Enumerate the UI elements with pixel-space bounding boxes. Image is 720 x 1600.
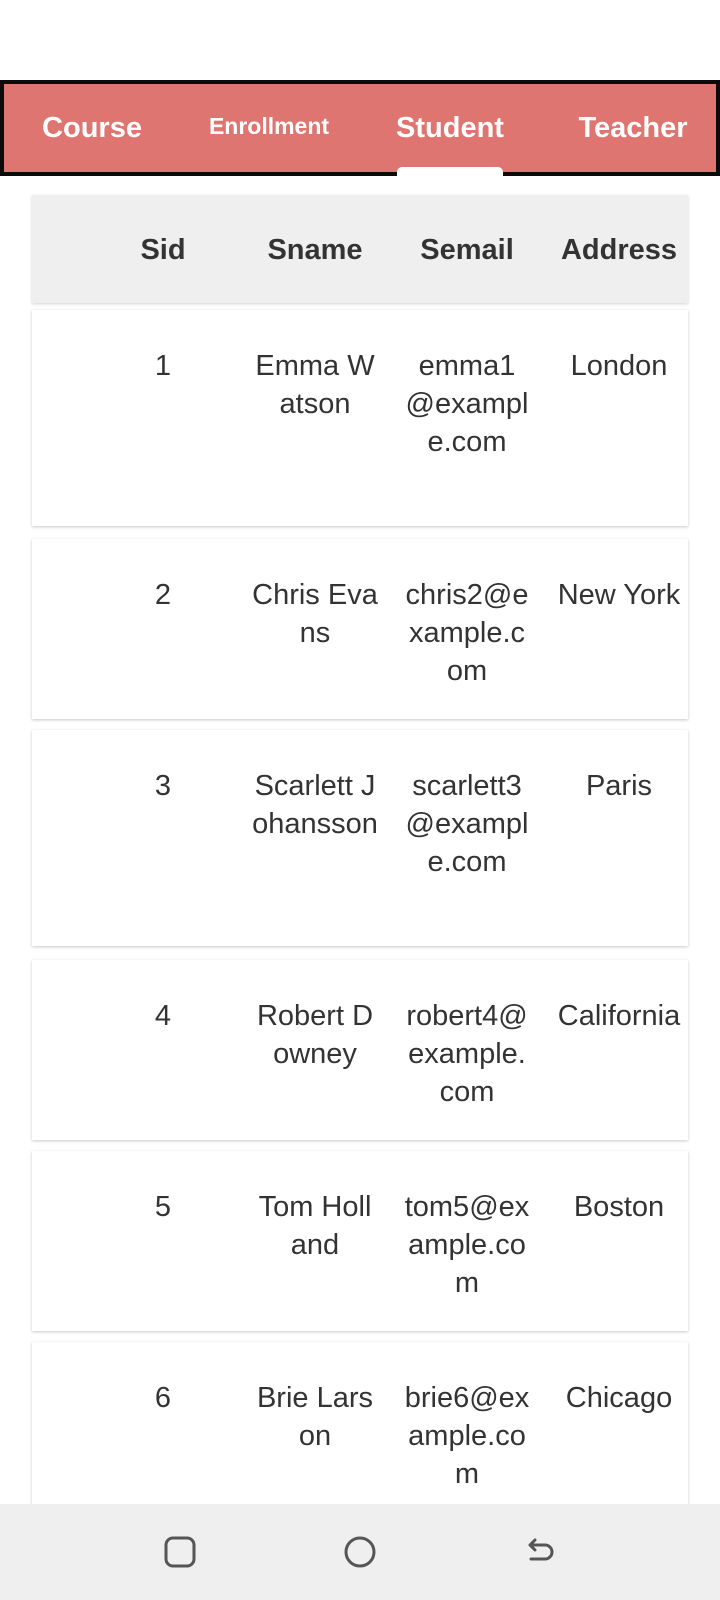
recents-button[interactable] [154,1526,206,1578]
table-row[interactable]: 3 Scarlett Johansson scarlett3@example.c… [32,730,688,946]
tab-bar: Course Enrollment Student Teacher [0,80,720,176]
cell-sid: 6 [154,1382,172,1414]
cell-sname: Brie Larson [256,1382,374,1452]
cell-sid: 5 [154,1191,172,1223]
table-row[interactable]: 6 Brie Larson brie6@example.com Chicago [32,1342,688,1504]
table-header: Sid Sname Semail Address [32,195,688,303]
cell-sname: Scarlett Johansson [252,770,378,840]
header-sid: Sid [140,234,186,266]
cell-address: Chicago [565,1382,673,1414]
tab-teacher[interactable]: Teacher [552,84,714,172]
home-button[interactable] [334,1526,386,1578]
cell-semail: robert4@example.com [406,1000,528,1108]
cell-sname: Chris Evans [252,579,378,649]
student-table[interactable]: Sid Sname Semail Address 1 Emma Watson e… [0,176,720,1504]
header-semail: Semail [420,234,514,266]
cell-address: California [557,1000,681,1032]
tab-teacher-label: Teacher [578,112,688,144]
cell-sid: 3 [154,770,172,802]
recents-icon [164,1536,196,1568]
cell-address: New York [557,579,681,611]
cell-address: Paris [585,770,653,802]
back-icon [528,1538,554,1561]
cell-sname: Tom Holland [258,1191,372,1261]
tab-enrollment[interactable]: Enrollment [194,84,344,172]
cell-address: London [570,350,668,382]
home-icon [344,1536,376,1568]
table-row[interactable]: 5 Tom Holland tom5@example.com Boston [32,1151,688,1331]
tab-course-label: Course [42,112,142,144]
tab-student[interactable]: Student [372,84,528,176]
cell-sname: Robert Downey [256,1000,374,1070]
cell-sid: 1 [154,350,172,382]
cell-sid: 4 [154,1000,172,1032]
table-row[interactable]: 2 Chris Evans chris2@example.com New Yor… [32,539,688,719]
header-sname: Sname [267,234,363,266]
tab-course[interactable]: Course [14,84,170,172]
cell-semail: brie6@example.com [404,1382,530,1490]
tab-enrollment-label: Enrollment [208,113,330,139]
cell-semail: chris2@example.com [405,579,529,687]
status-bar [0,0,720,80]
cell-address: Boston [573,1191,665,1223]
active-tab-indicator [397,167,503,176]
cell-semail: tom5@example.com [404,1191,530,1299]
table-row[interactable]: 1 Emma Watson emma1@example.com London [32,310,688,526]
table-row[interactable]: 4 Robert Downey robert4@example.com Cali… [32,960,688,1140]
cell-sname: Emma Watson [255,350,375,420]
header-address: Address [560,234,678,266]
cell-sid: 2 [154,579,172,611]
cell-semail: scarlett3@example.com [405,770,529,878]
tab-student-label: Student [396,112,504,144]
back-button[interactable] [514,1526,566,1578]
cell-semail: emma1@example.com [405,350,529,458]
system-navigation-bar [0,1504,720,1600]
